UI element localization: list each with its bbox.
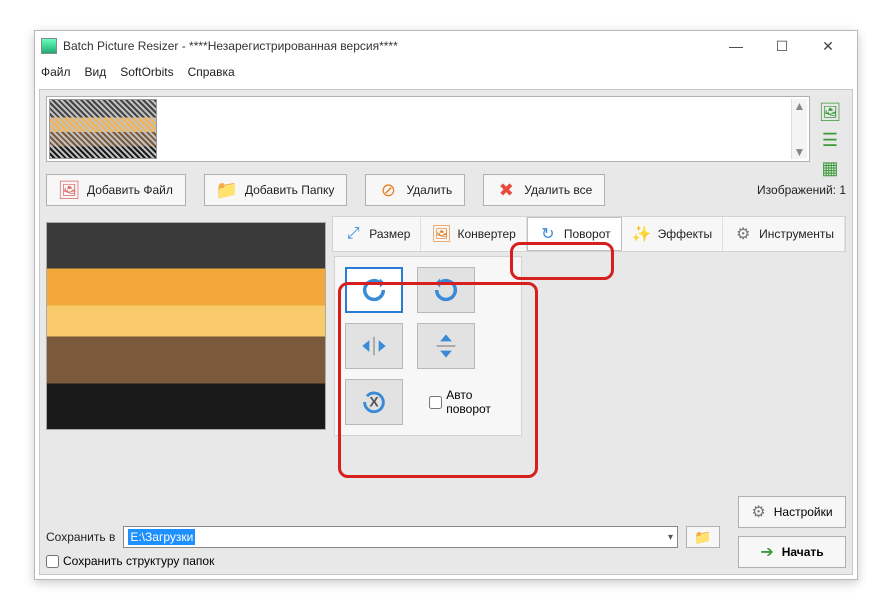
rotate-panel: X Авто поворот [334,256,522,436]
window-title: Batch Picture Resizer - ****Незарегистри… [63,39,713,53]
tools-icon: ⚙ [733,224,753,244]
client-area: ▲▼ 🖼 ☰ ▦ 🖼 Добавить Файл 📁 Добавить Папк… [39,89,853,575]
settings-label: Настройки [774,505,833,519]
tab-convert[interactable]: 🖼 Конвертер [421,217,526,251]
tab-resize[interactable]: ⤢ Размер [333,217,421,251]
gear-icon: ⚙ [751,502,765,522]
play-icon: ➔ [760,542,773,562]
add-folder-icon: 📁 [217,180,237,200]
app-icon [41,38,57,54]
app-window: Batch Picture Resizer - ****Незарегистри… [34,30,858,580]
rotate-cw-button[interactable] [417,267,475,313]
menu-file[interactable]: Файл [41,65,71,79]
resize-icon: ⤢ [343,224,363,244]
delete-icon: ⊘ [378,180,398,200]
preview-image [46,222,326,430]
tab-rotate-label: Поворот [564,227,611,241]
menu-view[interactable]: Вид [85,65,107,79]
thumbnail-item[interactable] [49,99,157,159]
tab-tools-label: Инструменты [759,227,834,241]
main-toolbar: 🖼 Добавить Файл 📁 Добавить Папку ⊘ Удали… [46,170,846,210]
rotate-icon: ↻ [538,224,558,244]
start-button[interactable]: ➔ Начать [738,536,846,568]
browse-folder-button[interactable]: 📁 [686,526,720,548]
view-list-icon[interactable]: ☰ [816,128,844,152]
save-path-dropdown[interactable]: E:\Загрузки [123,526,678,548]
rotate-ccw-icon [360,276,388,304]
flip-vertical-button[interactable] [417,323,475,369]
delete-all-label: Удалить все [524,183,592,197]
rotate-ccw-button[interactable] [345,267,403,313]
delete-all-button[interactable]: ✖ Удалить все [483,174,605,206]
flip-horizontal-icon [360,332,388,360]
svg-text:X: X [370,394,380,410]
auto-rotate-checkbox-group: Авто поворот [429,379,475,425]
effects-icon: ✨ [632,224,652,244]
settings-button[interactable]: ⚙ Настройки [738,496,846,528]
add-folder-button[interactable]: 📁 Добавить Папку [204,174,348,206]
keep-structure-label: Сохранить структуру папок [63,554,214,568]
view-thumbnails-icon[interactable]: 🖼 [816,100,844,124]
auto-rotate-icon: X [360,388,388,416]
convert-icon: 🖼 [431,224,451,244]
menu-bar: Файл Вид SoftOrbits Справка [35,61,857,83]
tab-effects[interactable]: ✨ Эффекты [622,217,724,251]
tab-rotate[interactable]: ↻ Поворот [527,217,622,251]
maximize-button[interactable]: ☐ [759,32,805,60]
delete-label: Удалить [406,183,452,197]
rotate-cw-icon [432,276,460,304]
bottom-panel: Сохранить в E:\Загрузки 📁 Сохранить стру… [46,526,846,568]
thumbnail-scrollbar[interactable]: ▲▼ [791,99,807,159]
delete-button[interactable]: ⊘ Удалить [365,174,465,206]
start-label: Начать [782,545,824,559]
tab-convert-label: Конвертер [457,227,515,241]
thumbnail-strip[interactable]: ▲▼ [46,96,810,162]
save-to-label: Сохранить в [46,530,115,544]
tab-resize-label: Размер [369,227,410,241]
auto-rotate-label: Авто поворот [446,388,491,416]
delete-all-icon: ✖ [496,180,516,200]
tabs-panel: ⤢ Размер 🖼 Конвертер ↻ Поворот ✨ Эффекты [332,216,846,476]
add-file-icon: 🖼 [59,180,79,200]
tab-tools[interactable]: ⚙ Инструменты [723,217,845,251]
work-area: ⤢ Размер 🖼 Конвертер ↻ Поворот ✨ Эффекты [46,216,846,476]
auto-rotate-checkbox[interactable] [429,396,442,409]
keep-structure-checkbox[interactable] [46,555,59,568]
minimize-button[interactable]: — [713,32,759,60]
tab-effects-label: Эффекты [658,227,713,241]
flip-vertical-icon [432,332,460,360]
save-path-value: E:\Загрузки [128,529,195,545]
title-bar: Batch Picture Resizer - ****Незарегистри… [35,31,857,61]
image-count: Изображений: 1 [757,183,846,197]
add-file-button[interactable]: 🖼 Добавить Файл [46,174,186,206]
menu-softorbits[interactable]: SoftOrbits [120,65,173,79]
close-button[interactable]: ✕ [805,32,851,60]
auto-rotate-button[interactable]: X [345,379,403,425]
add-folder-label: Добавить Папку [245,183,335,197]
flip-horizontal-button[interactable] [345,323,403,369]
menu-help[interactable]: Справка [188,65,235,79]
view-grid-icon[interactable]: ▦ [816,156,844,180]
add-file-label: Добавить Файл [87,183,173,197]
tab-strip: ⤢ Размер 🖼 Конвертер ↻ Поворот ✨ Эффекты [332,216,846,252]
